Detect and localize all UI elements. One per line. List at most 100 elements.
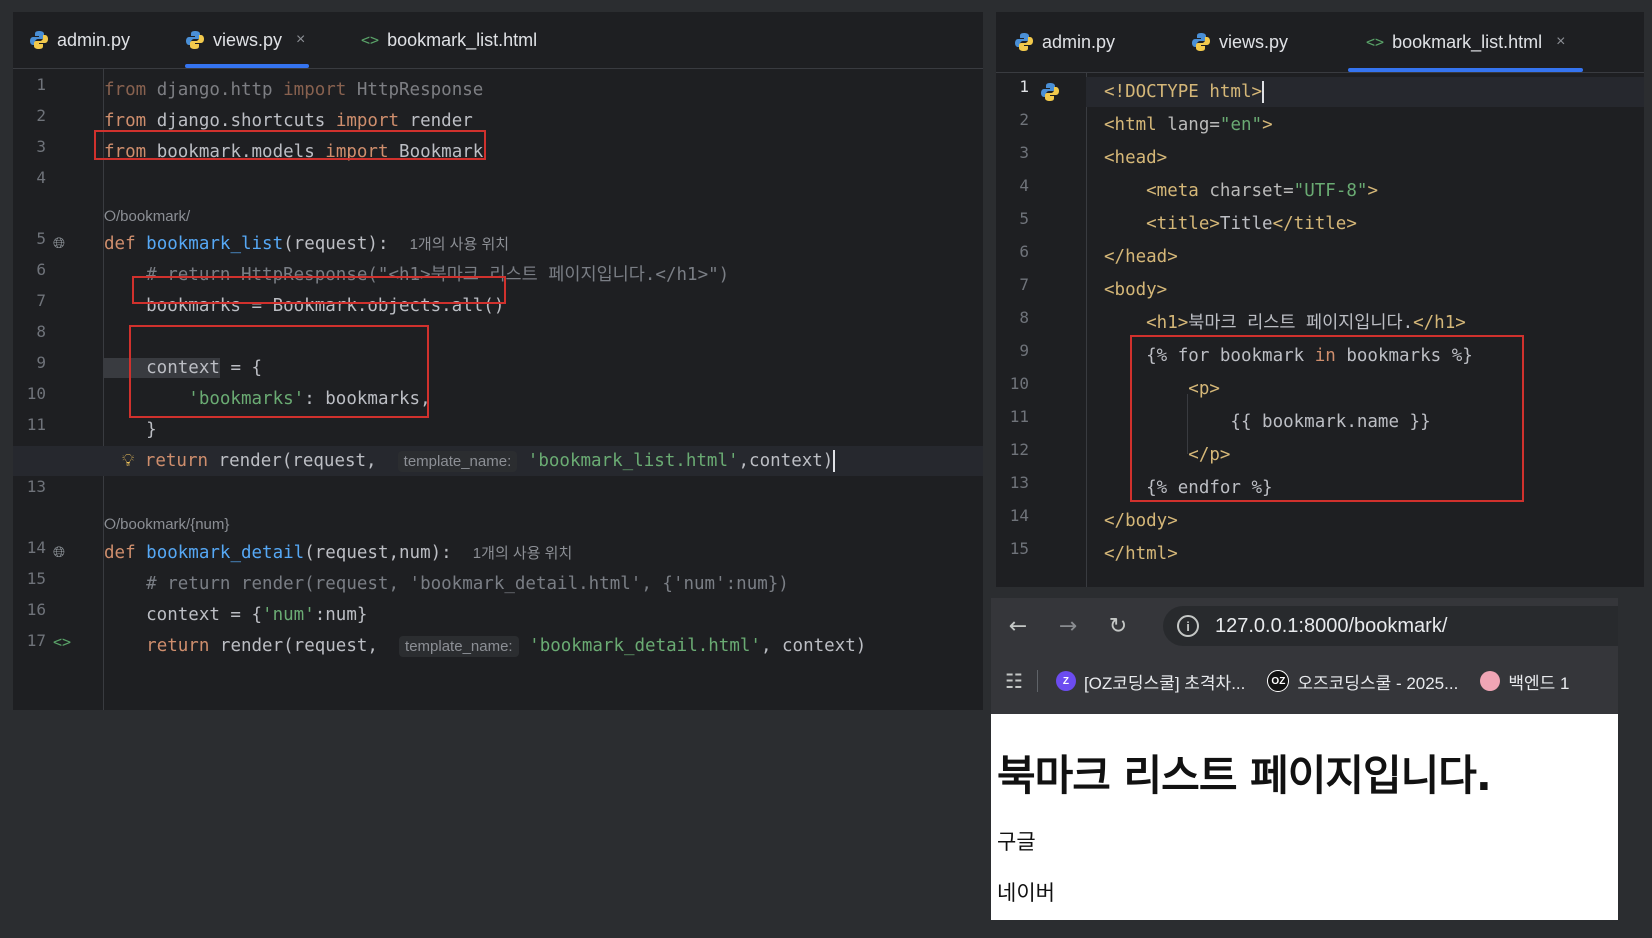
code-line: <h1>북마크 리스트 페이지입니다.</h1> [1104,313,1466,333]
line-number: 17 [26,631,46,650]
address-bar[interactable]: i 127.0.0.1:8000/bookmark/ [1163,606,1618,646]
globe-icon[interactable]: 🌐︎ [53,543,65,561]
param-hint: template_name: [399,636,519,657]
python-icon [1015,33,1033,51]
code-line: from django.http import HttpResponse [104,80,484,100]
code-line: </body> [1104,511,1178,531]
code-line: <body> [1104,280,1168,300]
tab-label: views.py [1219,31,1289,52]
current-line: 💡︎ return render(request, template_name:… [13,446,983,476]
tab-bookmark-list-html[interactable]: <> bookmark_list.html × [1348,12,1584,72]
route-hint[interactable]: ⭘/bookmark/ [104,201,983,231]
line-number: 9 [36,353,46,372]
line-number: 7 [36,291,46,310]
bookmark-item-text: 네이버 [997,881,1055,905]
close-tab-icon[interactable]: × [1556,33,1565,51]
bookmark-item[interactable]: OZ 오즈코딩스쿨 - 2025... [1267,669,1458,694]
apps-grid-icon[interactable]: ☷ [1005,669,1023,694]
pig-favicon-icon [1480,671,1501,691]
code-line: } [104,420,157,440]
highlight-box-context [129,325,429,418]
usage-hint: 1개의 사용 위치 [409,236,510,253]
bookmarks-divider [1036,670,1038,692]
globe-icon[interactable]: 🌐︎ [53,234,65,252]
python-icon [30,31,48,49]
url-text: 127.0.0.1:8000/bookmark/ [1215,614,1448,637]
code-line: def bookmark_detail(request,num): 1개의 사용… [104,543,573,563]
usage-hint: 1개의 사용 위치 [472,545,573,562]
code-editor[interactable]: <!DOCTYPE html> <html lang="en"> <head> … [1086,73,1644,587]
bookmarks-bar: ☷ Z [OZ코딩스쿨] 초격차... OZ 오즈코딩스쿨 - 2025... … [991,654,1618,708]
line-number: 9 [1019,341,1029,360]
python-icon [186,31,204,49]
python-icon [1192,33,1210,51]
line-number: 5 [1019,209,1029,228]
line-number: 11 [26,415,46,434]
line-number: 3 [1019,143,1029,162]
line-number: 13 [1009,473,1029,492]
python-icon [1041,83,1059,101]
left-editor-pane: admin.py views.py × <> bookmark_list.htm… [13,12,983,710]
forward-arrow-icon[interactable]: → [1055,613,1081,639]
code-line: # return render(request, 'bookmark_detai… [104,574,789,594]
code-line: context = {'num':num} [104,605,368,625]
line-number: 14 [1009,506,1029,525]
highlight-box-queryset [132,276,506,304]
route-icon: ⭘ [104,516,117,533]
line-number: 8 [36,322,46,341]
site-info-icon[interactable]: i [1177,615,1199,637]
code-line: <html lang="en"> [1104,115,1273,135]
tab-label: bookmark_list.html [387,29,538,50]
route-hint[interactable]: ⭘/bookmark/{num} [104,509,983,539]
bookmark-item[interactable]: Z [OZ코딩스쿨] 초격차... [1055,669,1245,694]
line-number: 7 [1019,275,1029,294]
tab-views-py[interactable]: views.py × [185,12,310,68]
code-line: <title>Title</title> [1104,214,1357,234]
line-number-gutter: 1 2 3 4 5 🌐︎ 6 7 8 9 10 11 12 <> 13 14 🌐… [13,69,104,710]
line-number: 8 [1019,308,1029,327]
tab-label: admin.py [1042,31,1116,52]
line-number: 14 [26,538,46,557]
close-tab-icon[interactable]: × [296,31,305,49]
tab-admin-py[interactable]: admin.py [29,12,130,68]
html-tag-icon: <> [1366,33,1385,51]
line-number: 16 [26,600,46,619]
line-number: 6 [36,260,46,279]
line-number: 1 [36,75,46,94]
code-line: def bookmark_list(request): 1개의 사용 위치 [104,234,510,254]
current-line: <!DOCTYPE html> [1086,77,1644,107]
right-tab-bar: admin.py views.py <> bookmark_list.html … [996,12,1644,73]
tab-views-py[interactable]: views.py [1191,12,1288,72]
text-caret [1262,81,1265,103]
line-number-gutter: 1 2 3 4 5 6 7 8 9 10 11 12 13 14 15 [996,73,1087,587]
code-line: <head> [1104,148,1168,168]
route-icon: ⭘ [104,208,117,225]
code-line: </html> [1104,544,1178,564]
line-number: 4 [1019,176,1029,195]
page-content: 북마크 리스트 페이지입니다. 구글 네이버 [991,714,1618,920]
line-number: 12 [1009,440,1029,459]
html-tag-icon: <> [361,31,380,49]
back-arrow-icon[interactable]: ← [1005,613,1031,639]
template-link-icon[interactable]: <> [53,633,71,651]
bookmark-item-text: 구글 [997,830,1036,854]
line-number: 6 [1019,242,1029,261]
highlight-box-import [94,130,486,160]
tab-label: views.py [213,29,283,50]
highlight-box-for-loop [1130,335,1524,502]
line-number: 4 [36,168,46,187]
tab-bookmark-list-html[interactable]: <> bookmark_list.html [361,12,537,68]
tab-label: admin.py [57,29,131,50]
line-number: 15 [26,569,46,588]
lightbulb-icon[interactable]: 💡︎ [122,451,134,471]
line-number: 3 [36,137,46,156]
line-number: 15 [1009,539,1029,558]
reload-icon[interactable]: ↻ [1105,613,1131,639]
tab-admin-py[interactable]: admin.py [1014,12,1115,72]
browser-toolbar: ← → ↻ i 127.0.0.1:8000/bookmark/ [991,598,1618,654]
line-number: 2 [36,106,46,125]
line-number: 10 [26,384,46,403]
bookmark-item[interactable]: 백엔드 1 [1480,669,1569,694]
line-number: 5 [36,229,46,248]
right-editor-pane: admin.py views.py <> bookmark_list.html … [996,12,1644,587]
